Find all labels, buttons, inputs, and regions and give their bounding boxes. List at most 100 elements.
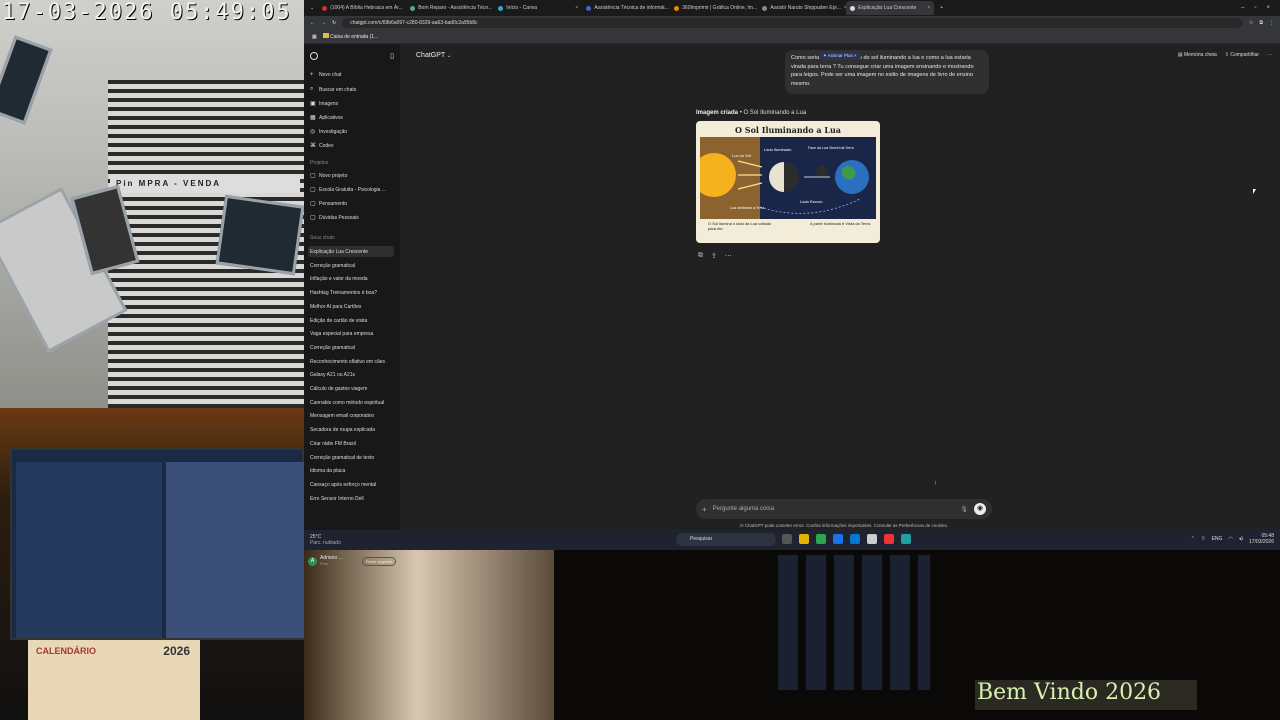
browser-tab[interactable]: Assistir Naruto Shippuden Epi... ×: [758, 1, 846, 15]
back-icon[interactable]: ←: [310, 20, 315, 26]
shop-sign: Pin MPRA - VENDA: [110, 175, 300, 193]
bookmark-star-icon[interactable]: ☆: [1249, 20, 1253, 26]
close-icon[interactable]: ×: [575, 5, 578, 11]
lang-indicator[interactable]: ENG: [1212, 536, 1223, 542]
chat-history-item[interactable]: Correção gramatical: [308, 342, 394, 353]
sidebar-item-research[interactable]: ◎ Investigação: [310, 128, 394, 136]
sidebar-item-new-chat[interactable]: + Novo chat: [310, 72, 394, 78]
chevron-down-icon: ⌄: [447, 53, 452, 59]
chat-history-item[interactable]: Vaga especial para empresa: [308, 328, 394, 339]
browser-window: ⌄ (1004) A Bíblia Hebraica em Ár...× Bom…: [304, 0, 1280, 566]
sidebar-item-apps[interactable]: ▦ Aplicativos: [310, 114, 394, 122]
weather-widget[interactable]: 25°C Parc. nublado: [304, 534, 341, 546]
project-item[interactable]: ▢ Escola Gratuita - Psicologia ...: [310, 186, 394, 194]
moon-phase-icon: [816, 165, 828, 177]
label-lua-orbitando: Lua orbitando a Terra: [730, 206, 764, 210]
hanging-laptop: [215, 194, 304, 276]
attach-plus-icon[interactable]: +: [702, 505, 707, 514]
voice-mode-button[interactable]: ◉: [974, 503, 986, 515]
memory-status[interactable]: ▤ Memória cheia: [1178, 52, 1217, 58]
app-icon[interactable]: [884, 534, 894, 544]
extensions-icon[interactable]: ⧉: [1259, 20, 1263, 26]
minimize-icon[interactable]: –: [1241, 5, 1244, 11]
chat-history-item[interactable]: Idioma da placa: [308, 465, 394, 476]
chat-history-item[interactable]: Correção gramatical: [308, 260, 394, 271]
openai-logo-icon[interactable]: [310, 52, 318, 60]
close-window-icon[interactable]: ×: [1266, 5, 1270, 11]
more-icon[interactable]: ⋯: [725, 252, 732, 260]
project-item[interactable]: ▢ Pensamento: [310, 200, 394, 208]
upgrade-button[interactable]: Fazer upgrade: [361, 556, 396, 566]
chat-history-item[interactable]: Secadora de roupa explicada: [308, 424, 394, 435]
reload-icon[interactable]: ↻: [332, 20, 336, 26]
sidebar-item-images[interactable]: ▣ Imagens: [310, 100, 394, 108]
generated-image[interactable]: O Sol Iluminando a Lua Luz do Sol Lado I…: [696, 121, 880, 243]
chat-history-item[interactable]: Galaxy A21 ou A21s: [308, 369, 394, 380]
project-item[interactable]: ▢ Novo projeto: [310, 172, 394, 180]
tray-chevron-icon[interactable]: ⌃: [1191, 536, 1195, 542]
browser-tab[interactable]: (1004) A Bíblia Hebraica em Ár...×: [318, 1, 406, 15]
project-item[interactable]: ▢ Dúvidas Pessoais: [310, 214, 394, 222]
forward-icon[interactable]: →: [321, 20, 326, 26]
browser-tab[interactable]: Início - Canva ×: [494, 1, 582, 15]
file-explorer-icon[interactable]: [799, 534, 809, 544]
maximize-icon[interactable]: ▫: [1254, 5, 1256, 11]
browser-tab-active[interactable]: Explicação Lua Crescente ×: [846, 1, 935, 15]
browser-tab[interactable]: 360Imprimir | Gráfica Online, Im...×: [670, 1, 758, 15]
folder-plus-icon: ▢: [310, 173, 316, 179]
subscribe-plus-badge[interactable]: ✦ Assinar Plus ×: [819, 52, 861, 60]
browser-tab[interactable]: Assistência Técnica de informát...×: [582, 1, 670, 15]
browser-tab[interactable]: Bom Reparo - Assistência Técn...×: [406, 1, 494, 15]
sidebar-item-search[interactable]: ⌕ Buscar em chats: [310, 86, 394, 93]
url-field[interactable]: chatgpt.com/c/69b6a097-c280-8329-aa63-ba…: [342, 18, 1243, 28]
clock[interactable]: 05:48 17/03/2026: [1249, 533, 1274, 545]
share-button[interactable]: ⇪ Compartilhar: [1225, 52, 1259, 58]
chat-history-item[interactable]: Erro Sensor Interno Dell: [308, 493, 394, 504]
chrome-icon[interactable]: [816, 534, 826, 544]
edge-icon[interactable]: [833, 534, 843, 544]
composer-input[interactable]: Pergunte alguma coisa: [713, 506, 774, 512]
chat-history-item[interactable]: Criar rádio FM Brasil: [308, 438, 394, 449]
menu-icon[interactable]: ⋮: [1269, 20, 1274, 26]
top-actions: ▤ Memória cheia ⇪ Compartilhar ⋯: [1178, 52, 1272, 58]
search-icon: ⌕: [310, 86, 314, 92]
bookmark-item[interactable]: Caixa de entrada (1...: [322, 33, 378, 40]
tab-favicon: [762, 5, 768, 11]
user-profile[interactable]: A Adriano ... Free Fazer upgrade: [308, 556, 396, 566]
chat-history-item[interactable]: Explicação Lua Crescente: [308, 246, 394, 257]
tab-list-icon[interactable]: ⌄: [310, 5, 314, 11]
bookmarks-bar: ▦ Caixa de entrada (1...: [304, 30, 1280, 44]
model-selector[interactable]: ChatGPT ⌄: [416, 52, 451, 59]
chat-history-item[interactable]: Mensagem email corporativo: [308, 410, 394, 421]
volume-icon[interactable]: ◂): [1239, 536, 1243, 542]
chat-history-item[interactable]: Hashtag Treinamentos é boa?: [308, 287, 394, 298]
taskbar-search[interactable]: Pesquisar: [676, 533, 776, 546]
chat-history-item[interactable]: Reconhecimento olfativo em cães: [308, 356, 394, 367]
chat-history-item[interactable]: Cannabis como método espiritual: [308, 397, 394, 408]
window-controls: – ▫ ×: [1241, 5, 1280, 11]
chat-history-item[interactable]: Melhor AI para Cartões: [308, 301, 394, 312]
copy-icon[interactable]: ⧉: [698, 252, 703, 260]
new-tab-icon[interactable]: +: [940, 5, 943, 11]
store-icon[interactable]: [850, 534, 860, 544]
apps-icon[interactable]: ▦: [312, 34, 317, 40]
share-icon[interactable]: ⇪: [711, 252, 717, 260]
message-composer[interactable]: + Pergunte alguma coisa 🎙 ◉: [696, 499, 992, 519]
chatgpt-app-icon[interactable]: [901, 534, 911, 544]
microphone-icon[interactable]: 🎙: [960, 506, 968, 513]
chat-history-item[interactable]: Edição de cartão de visita: [308, 315, 394, 326]
close-icon[interactable]: ×: [927, 5, 930, 11]
wifi-icon[interactable]: ◠: [1228, 536, 1232, 542]
chat-history-item[interactable]: Cansaço após esforço mental: [308, 479, 394, 490]
task-view-icon[interactable]: [782, 534, 792, 544]
image-icon: ▣: [310, 101, 316, 107]
app-icon[interactable]: [867, 534, 877, 544]
more-options-icon[interactable]: ⋯: [1267, 52, 1272, 58]
sidebar-item-codex[interactable]: ⌘ Codex: [310, 142, 394, 150]
chat-history-item[interactable]: Inflação e valor da moeda: [308, 273, 394, 284]
chat-history-item[interactable]: Correção gramatical de texto: [308, 452, 394, 463]
network-icon[interactable]: ⌔: [1201, 536, 1206, 542]
scroll-down-icon[interactable]: ↓: [934, 480, 937, 486]
close-sidebar-icon[interactable]: ▯: [390, 52, 394, 60]
chat-history-item[interactable]: Cálculo de gastos viagem: [308, 383, 394, 394]
